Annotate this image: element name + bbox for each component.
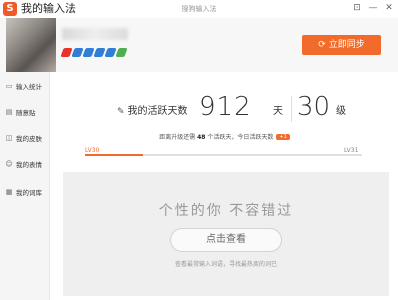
username-blurred [62, 28, 128, 40]
level-count: 30 [297, 92, 331, 122]
level-unit: 级 [336, 106, 346, 117]
progress-prefix: 距离升级还需 [159, 134, 196, 141]
close-button[interactable]: ✕ [382, 1, 396, 15]
stats-divider [291, 96, 292, 122]
active-days-label-text: 我的活跃天数 [127, 106, 188, 117]
badge-row [60, 48, 128, 58]
sidebar-item-dictionary[interactable]: ▦ 我的词库 [0, 184, 50, 200]
note-icon: ▤ [5, 108, 13, 116]
today-active-badge: +1 [276, 134, 290, 140]
sidebar: ▭ 输入统计 ▤ 随意贴 ◫ 我的皮肤 ☺ 我的表情 ▦ 我的词库 [0, 72, 50, 300]
sync-label: 立即同步 [328, 40, 365, 50]
level-progress-fill [85, 154, 144, 156]
sync-icon: ⟳ [318, 40, 326, 50]
skin-icon: ◫ [5, 134, 13, 142]
sidebar-item-label: 随意贴 [16, 109, 36, 117]
promo-note: 查看最常输入词语，寻找最热卖的词已 [174, 261, 277, 268]
avatar[interactable] [6, 18, 56, 72]
chart-icon: ▭ [5, 82, 13, 90]
next-level-label: LV31 [344, 147, 359, 154]
current-level-label: LV30 [85, 147, 100, 154]
pen-badge-icon [115, 48, 128, 57]
sidebar-item-label: 我的表情 [16, 161, 42, 169]
active-days-stats: ✎ 我的活跃天数 912 天 30 级 [51, 92, 398, 126]
upgrade-progress-text: 距离升级还需 48 个活跃天，今日活跃天数 +1 [51, 132, 398, 141]
active-days-count: 912 [199, 92, 252, 122]
dict-icon: ▦ [5, 188, 13, 196]
promo-title: 个性的你 不容错过 [158, 203, 294, 219]
sync-now-button[interactable]: ⟳ 立即同步 [302, 35, 381, 55]
promo-card: 个性的你 不容错过 点击查看 查看最常输入词语，寻找最热卖的词已 [63, 172, 389, 296]
window-center-title: 搜狗输入法 [181, 5, 217, 13]
level-progress-bar [85, 154, 362, 156]
sidebar-item-label: 我的词库 [16, 189, 42, 197]
progress-middle: 个活跃天，今日活跃天数 [207, 134, 274, 141]
sidebar-item-skins[interactable]: ◫ 我的皮肤 [0, 130, 50, 146]
feedback-icon[interactable]: ⊡ [350, 1, 364, 15]
title-bar: S 我的输入法 搜狗输入法 ⊡ — ✕ [0, 0, 398, 18]
active-days-unit: 天 [273, 106, 283, 117]
main-panel: ✎ 我的活跃天数 912 天 30 级 距离升级还需 48 个活跃天，今日活跃天数… [51, 72, 398, 300]
edit-icon: ✎ [117, 107, 125, 117]
sidebar-item-emoji[interactable]: ☺ 我的表情 [0, 156, 50, 172]
profile-header: ⟳ 立即同步 [0, 18, 398, 72]
sidebar-item-input-stats[interactable]: ▭ 输入统计 [0, 78, 50, 94]
view-button[interactable]: 点击查看 [170, 228, 282, 252]
minimize-button[interactable]: — [366, 1, 380, 15]
remaining-days: 48 [197, 134, 206, 141]
emoji-icon: ☺ [5, 160, 13, 168]
active-days-label: ✎ 我的活跃天数 [117, 102, 188, 117]
sidebar-item-label: 我的皮肤 [16, 135, 42, 143]
sidebar-item-notes[interactable]: ▤ 随意贴 [0, 104, 50, 120]
sidebar-item-label: 输入统计 [16, 83, 42, 91]
